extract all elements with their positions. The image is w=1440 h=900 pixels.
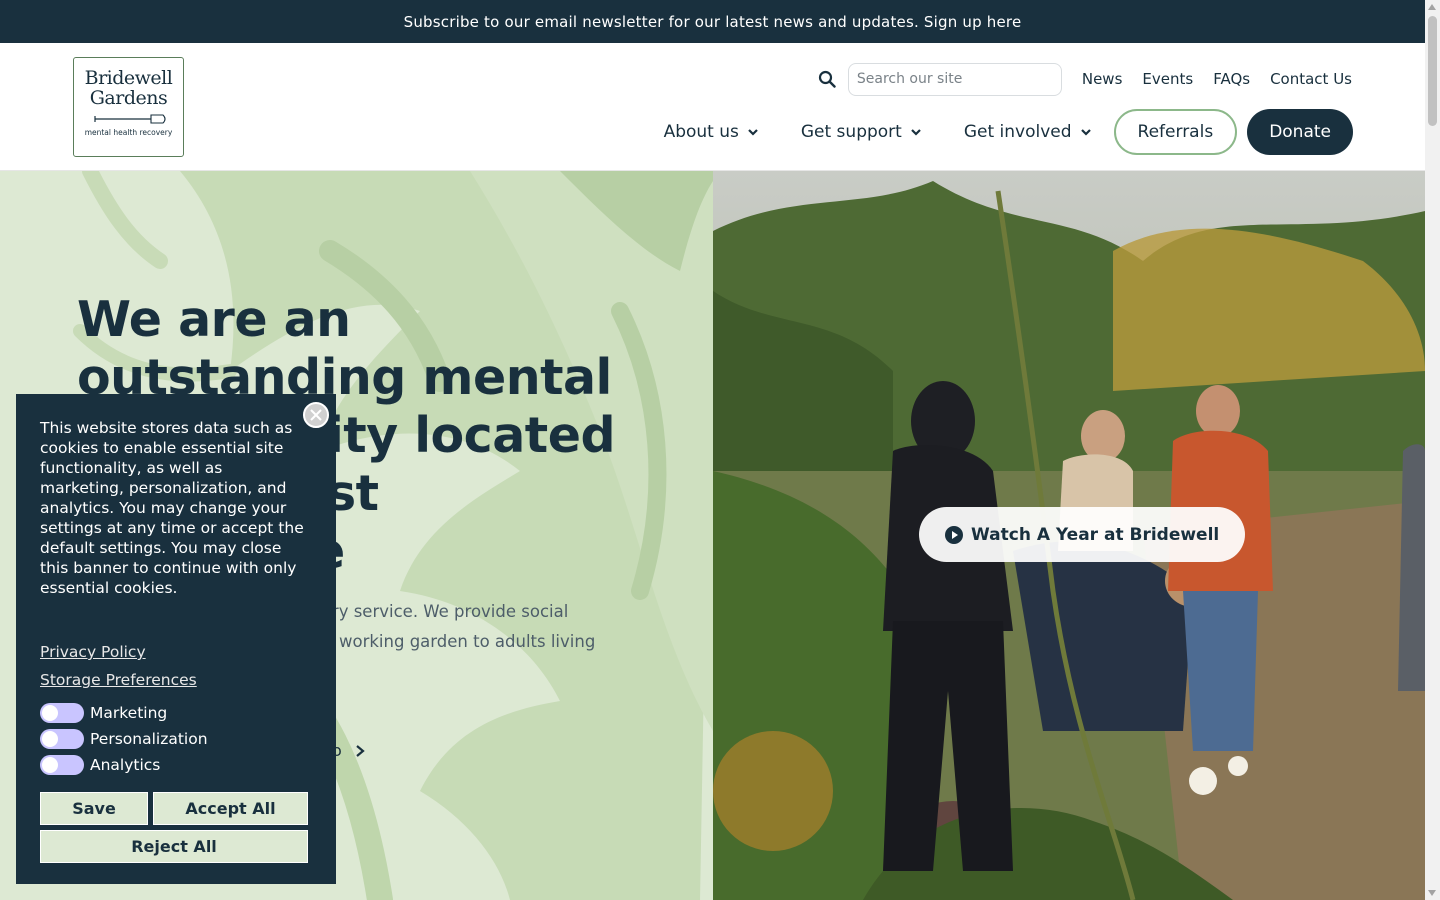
nav-dropdown-label: Get involved <box>963 122 1072 142</box>
scroll-up-arrow-icon[interactable] <box>1428 4 1436 10</box>
cookie-banner-links: Privacy Policy Storage Preferences <box>40 638 312 694</box>
scroll-down-arrow-icon[interactable] <box>1428 890 1436 896</box>
nav-dropdown-label: Get support <box>800 122 902 142</box>
toggle-label: Personalization <box>90 730 208 748</box>
search-icon[interactable] <box>818 70 836 88</box>
cookie-preference-toggles: Marketing Personalization Analytics <box>40 700 312 778</box>
toggle-row-personalization: Personalization <box>40 726 312 752</box>
cookie-banner-actions: Save Accept All Reject All <box>40 792 312 863</box>
chevron-right-icon <box>356 744 365 757</box>
utility-nav: News Events FAQs Contact Us <box>818 62 1352 96</box>
nav-dropdown-get-involved[interactable]: Get involved <box>964 122 1092 142</box>
toggle-knob <box>42 731 58 747</box>
hero-photo: Watch A Year at Bridewell <box>713 171 1425 900</box>
personalization-toggle[interactable] <box>40 729 84 749</box>
chevron-down-icon <box>748 129 758 136</box>
site-logo[interactable]: Bridewell Gardens mental health recovery <box>73 57 184 157</box>
watch-video-button[interactable]: Watch A Year at Bridewell <box>919 507 1246 562</box>
spade-icon <box>93 114 166 124</box>
scrollbar-thumb[interactable] <box>1428 16 1437 126</box>
accept-all-button[interactable]: Accept All <box>153 792 308 825</box>
toggle-row-marketing: Marketing <box>40 700 312 726</box>
main-nav: About us Get support Get involved Referr… <box>664 109 1353 155</box>
nav-link-events[interactable]: Events <box>1142 70 1193 88</box>
close-cookie-banner-button[interactable] <box>303 402 329 428</box>
nav-dropdown-label: About us <box>663 122 739 142</box>
watch-video-label: Watch A Year at Bridewell <box>971 524 1220 545</box>
donate-button[interactable]: Donate <box>1247 109 1353 155</box>
newsletter-signup-link[interactable]: Subscribe to our email newsletter for ou… <box>404 13 1022 31</box>
storage-preferences-link[interactable]: Storage Preferences <box>40 666 312 694</box>
save-button[interactable]: Save <box>40 792 148 825</box>
analytics-toggle[interactable] <box>40 755 84 775</box>
nav-dropdown-about-us[interactable]: About us <box>664 122 759 142</box>
site-search-input[interactable] <box>847 62 1062 96</box>
play-icon <box>945 525 963 544</box>
hero-heading-line: We are an <box>77 291 351 348</box>
toggle-label: Analytics <box>90 756 161 774</box>
toggle-knob <box>42 705 58 721</box>
reject-all-button[interactable]: Reject All <box>40 830 308 863</box>
nav-link-news[interactable]: News <box>1082 70 1123 88</box>
cookie-consent-banner: This website stores data such as cookies… <box>16 394 336 884</box>
logo-tagline: mental health recovery <box>84 128 173 137</box>
nav-link-contact[interactable]: Contact Us <box>1270 70 1352 88</box>
site-header: Bridewell Gardens mental health recovery… <box>0 43 1425 171</box>
privacy-policy-link[interactable]: Privacy Policy <box>40 638 312 666</box>
newsletter-announcement-bar: Subscribe to our email newsletter for ou… <box>0 0 1425 43</box>
cookie-banner-text: This website stores data such as cookies… <box>40 419 304 597</box>
page-scrollbar[interactable] <box>1425 0 1440 900</box>
referrals-button[interactable]: Referrals <box>1113 109 1238 155</box>
toggle-row-analytics: Analytics <box>40 752 312 778</box>
toggle-knob <box>42 757 58 773</box>
toggle-label: Marketing <box>90 704 168 722</box>
close-icon <box>310 409 322 421</box>
chevron-down-icon <box>1080 129 1091 136</box>
nav-dropdown-get-support[interactable]: Get support <box>801 122 922 142</box>
logo-line-2: Gardens <box>89 87 168 109</box>
logo-line-1: Bridewell <box>84 67 173 89</box>
marketing-toggle[interactable] <box>40 703 84 723</box>
nav-link-faqs[interactable]: FAQs <box>1213 70 1250 88</box>
chevron-down-icon <box>911 129 921 136</box>
